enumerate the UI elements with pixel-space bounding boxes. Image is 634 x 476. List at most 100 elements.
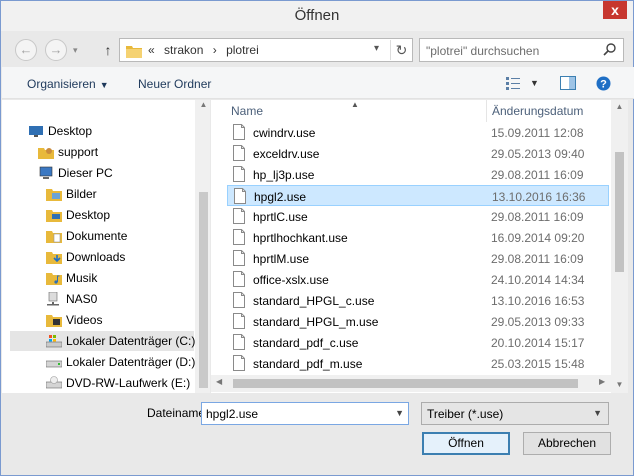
- breadcrumb: « strakon › plotrei: [148, 43, 265, 57]
- horizontal-scroll-thumb[interactable]: [233, 379, 578, 388]
- help-icon[interactable]: ?: [596, 76, 611, 91]
- sidebar-item[interactable]: Desktop: [2, 121, 194, 141]
- desktop-folder-icon: [46, 210, 62, 222]
- filename-input[interactable]: hpgl2.use ▼: [201, 402, 409, 425]
- preview-pane-icon[interactable]: [560, 76, 576, 90]
- file-row[interactable]: hprtlC.use 29.08.2011 16:09: [227, 206, 609, 227]
- filetype-dropdown-icon[interactable]: ▼: [593, 408, 602, 418]
- sidebar-item[interactable]: Bilder: [2, 184, 194, 204]
- document-icon: [234, 188, 246, 204]
- sidebar-item-label: Dieser PC: [58, 166, 113, 180]
- sidebar-item[interactable]: NAS0: [2, 289, 194, 309]
- sidebar-item-label: Downloads: [66, 250, 126, 264]
- file-modified-date: 16.09.2014 09:20: [491, 231, 585, 245]
- column-header-name[interactable]: Name: [231, 104, 263, 118]
- document-icon: [233, 313, 245, 329]
- sidebar-item[interactable]: support: [2, 142, 194, 162]
- file-row[interactable]: hprtlhochkant.use 16.09.2014 09:20: [227, 227, 609, 248]
- scroll-right-icon[interactable]: ▶: [599, 377, 605, 386]
- downloads-folder-icon: [46, 252, 62, 264]
- sidebar-item[interactable]: Dieser PC: [2, 163, 194, 183]
- refresh-icon[interactable]: ↻: [390, 40, 412, 60]
- file-row[interactable]: hpgl2.use 13.10.2016 16:36: [227, 185, 609, 206]
- organize-menu[interactable]: Organisieren ▼: [27, 77, 109, 91]
- sidebar-item-label: Bilder: [66, 187, 97, 201]
- file-row[interactable]: standard_pdf_m.use 25.03.2015 15:48: [227, 353, 609, 374]
- documents-folder-icon: [46, 231, 62, 243]
- sidebar-item-label: DVD-RW-Laufwerk (E:): [66, 376, 191, 390]
- close-button[interactable]: x: [603, 1, 627, 19]
- filetype-select[interactable]: Treiber (*.use) ▼: [421, 402, 609, 425]
- file-row[interactable]: standard_pdf_c.use 20.10.2014 15:17: [227, 332, 609, 353]
- scroll-up-icon[interactable]: ▲: [195, 100, 210, 109]
- file-modified-date: 20.10.2014 15:17: [491, 336, 585, 350]
- view-options-icon[interactable]: [505, 76, 521, 90]
- address-row: ← → ▾ ↑ « strakon › plotrei ▾ ↻ "plotrei…: [9, 37, 629, 63]
- file-list-scroll-thumb[interactable]: [615, 152, 624, 272]
- scroll-down-icon[interactable]: ▼: [611, 380, 628, 389]
- sidebar-item[interactable]: DVD-RW-Laufwerk (E:): [2, 373, 194, 393]
- breadcrumb-strakon[interactable]: strakon: [164, 43, 203, 57]
- breadcrumb-separator-icon[interactable]: ›: [213, 43, 217, 57]
- sidebar-item[interactable]: Musik: [2, 268, 194, 288]
- file-modified-date: 13.10.2016 16:53: [491, 294, 585, 308]
- sidebar-item[interactable]: Dokumente: [2, 226, 194, 246]
- file-modified-date: 29.05.2013 09:40: [491, 147, 585, 161]
- pictures-folder-icon: [46, 189, 62, 201]
- up-button[interactable]: ↑: [99, 39, 117, 61]
- column-separator[interactable]: [486, 100, 487, 122]
- file-modified-date: 13.10.2016 16:36: [492, 190, 586, 204]
- navigation-scroll-thumb[interactable]: [199, 192, 208, 388]
- sidebar-item[interactable]: Desktop: [2, 205, 194, 225]
- search-box[interactable]: "plotrei" durchsuchen: [419, 38, 624, 62]
- cancel-button[interactable]: Abbrechen: [523, 432, 611, 455]
- file-name: hprtlM.use: [253, 252, 310, 266]
- document-icon: [233, 166, 245, 182]
- sort-ascending-icon: ▲: [351, 100, 359, 109]
- horizontal-scrollbar[interactable]: ◀ ▶: [211, 375, 611, 392]
- file-list-pane: ▲ Name Änderungsdatum cwindrv.use 15.09.2…: [211, 100, 611, 393]
- sidebar-item-label: Videos: [66, 313, 103, 327]
- search-icon[interactable]: [603, 42, 617, 56]
- back-button[interactable]: ←: [15, 39, 37, 61]
- column-header-date[interactable]: Änderungsdatum: [492, 104, 583, 118]
- navigation-scrollbar[interactable]: ▲: [195, 100, 210, 393]
- sidebar-item-label: support: [58, 145, 99, 159]
- file-row[interactable]: hprtlM.use 29.08.2011 16:09: [227, 248, 609, 269]
- sidebar-item[interactable]: Downloads: [2, 247, 194, 267]
- filename-value: hpgl2.use: [206, 407, 259, 421]
- file-row[interactable]: standard_HPGL_m.use 29.05.2013 09:33: [227, 311, 609, 332]
- filetype-value: Treiber (*.use): [427, 407, 504, 421]
- view-dropdown-icon[interactable]: ▼: [530, 78, 539, 88]
- filename-dropdown-icon[interactable]: ▼: [395, 408, 404, 418]
- recent-locations-chevron-icon[interactable]: ▾: [73, 45, 78, 56]
- sidebar-item-label: Lokaler Datenträger (D:): [66, 355, 196, 369]
- organize-caret-icon: ▼: [99, 80, 109, 90]
- file-name: hprtlhochkant.use: [253, 231, 348, 245]
- file-row[interactable]: cwindrv.use 15.09.2011 12:08: [227, 122, 609, 143]
- file-row[interactable]: hp_lj3p.use 29.08.2011 16:09: [227, 164, 609, 185]
- file-row[interactable]: office-xslx.use 24.10.2014 14:34: [227, 269, 609, 290]
- drive-icon: [46, 360, 62, 368]
- file-list-scrollbar[interactable]: ▲ ▼: [611, 100, 628, 393]
- file-name: standard_pdf_c.use: [253, 336, 359, 350]
- breadcrumb-plotrei[interactable]: plotrei: [226, 43, 259, 57]
- file-row[interactable]: standard_HPGL_c.use 13.10.2016 16:53: [227, 290, 609, 311]
- sidebar-item-label: Musik: [66, 271, 98, 285]
- file-name: standard_HPGL_c.use: [253, 294, 375, 308]
- svg-text:?: ?: [600, 79, 607, 91]
- scroll-left-icon[interactable]: ◀: [216, 377, 222, 386]
- address-bar[interactable]: « strakon › plotrei ▾ ↻: [119, 38, 413, 62]
- file-modified-date: 29.08.2011 16:09: [491, 168, 584, 182]
- command-bar: Organisieren ▼ Neuer Ordner ▼ ?: [2, 67, 634, 99]
- open-button[interactable]: Öffnen: [422, 432, 510, 455]
- forward-button[interactable]: →: [45, 39, 67, 61]
- sidebar-item[interactable]: Videos: [2, 310, 194, 330]
- scroll-up-icon[interactable]: ▲: [611, 102, 628, 111]
- file-row[interactable]: exceldrv.use 29.05.2013 09:40: [227, 143, 609, 164]
- sidebar-item[interactable]: Lokaler Datenträger (C:): [10, 331, 195, 351]
- new-folder-button[interactable]: Neuer Ordner: [138, 77, 211, 91]
- address-dropdown-icon[interactable]: ▾: [374, 43, 379, 54]
- sidebar-item[interactable]: Lokaler Datenträger (D:): [2, 352, 196, 372]
- breadcrumb-overflow[interactable]: «: [148, 43, 155, 57]
